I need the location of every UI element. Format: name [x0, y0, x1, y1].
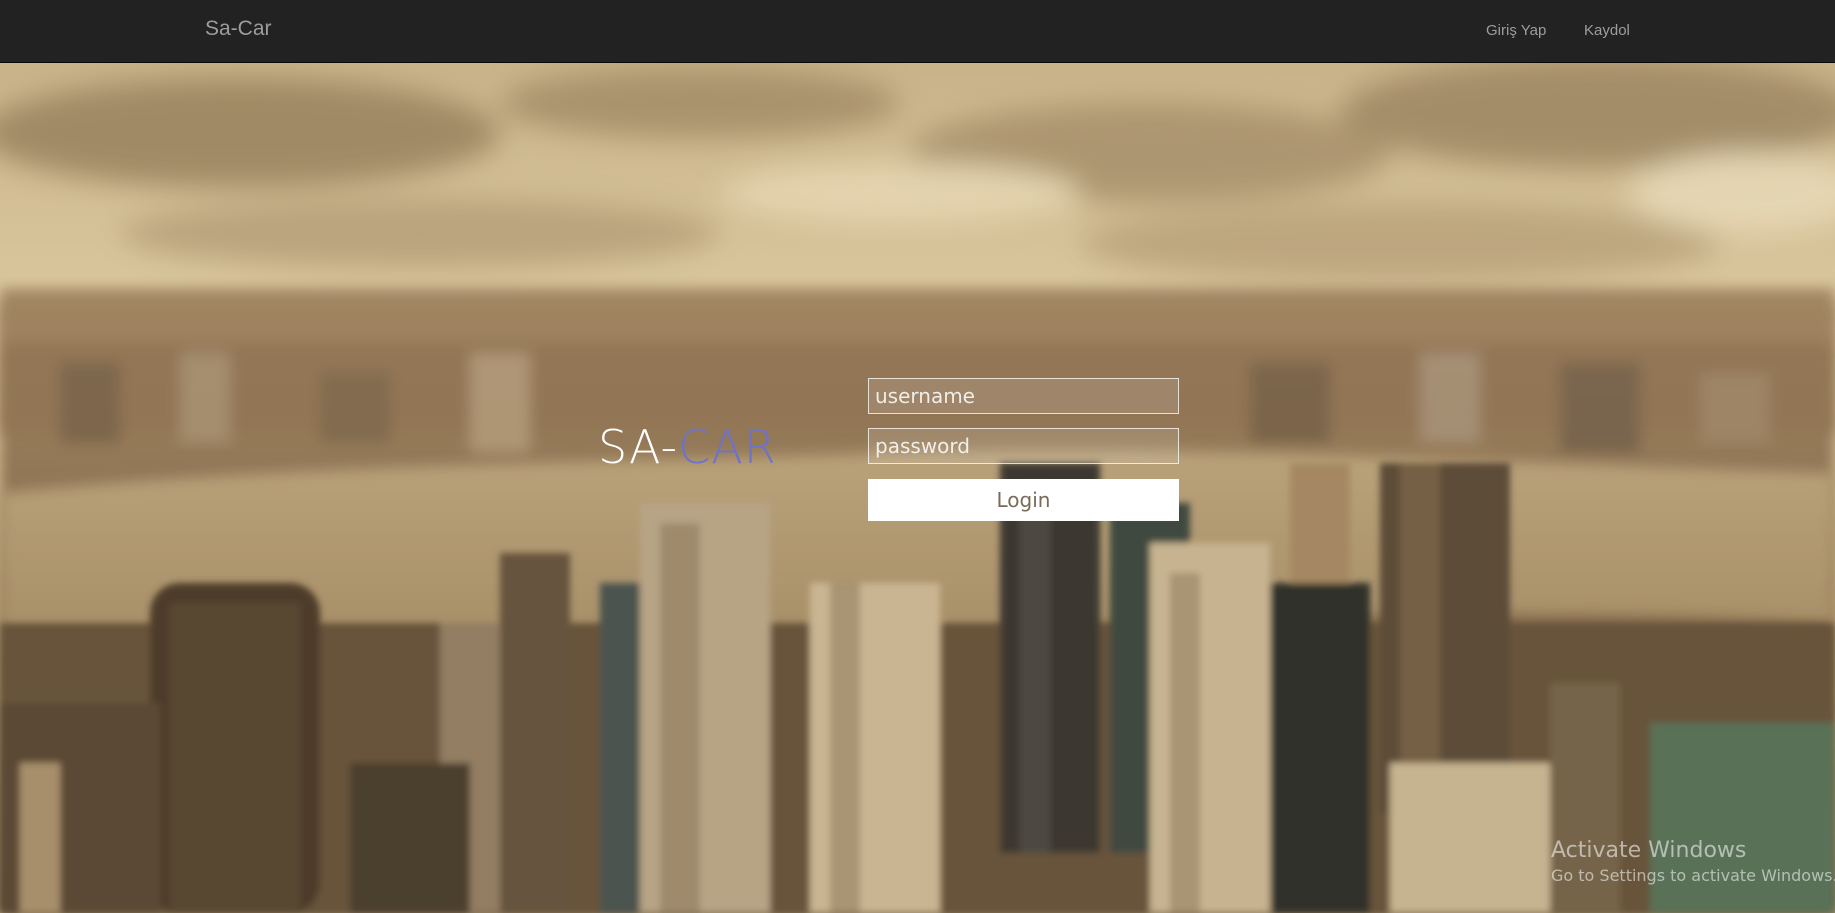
watermark-subtitle: Go to Settings to activate Windows. [1551, 866, 1835, 885]
page: Sa-Car Giriş Yap Kaydol SA-CAR username … [0, 0, 1835, 913]
watermark-title: Activate Windows [1551, 838, 1747, 863]
logo-accent: CAR [678, 420, 777, 474]
logo-prefix: SA- [598, 420, 679, 474]
sa-car-logo: SA-CAR [598, 420, 777, 474]
nav-register-link[interactable]: Kaydol [1584, 22, 1630, 39]
navbar: Sa-Car Giriş Yap Kaydol [0, 0, 1835, 63]
activate-windows-watermark: Activate Windows Go to Settings to activ… [1551, 837, 1835, 887]
password-input[interactable] [868, 428, 1179, 464]
username-input[interactable] [868, 378, 1179, 414]
nav-login-link[interactable]: Giriş Yap [1486, 22, 1546, 39]
brand-link[interactable]: Sa-Car [205, 17, 272, 41]
login-button[interactable]: Login [868, 479, 1179, 521]
